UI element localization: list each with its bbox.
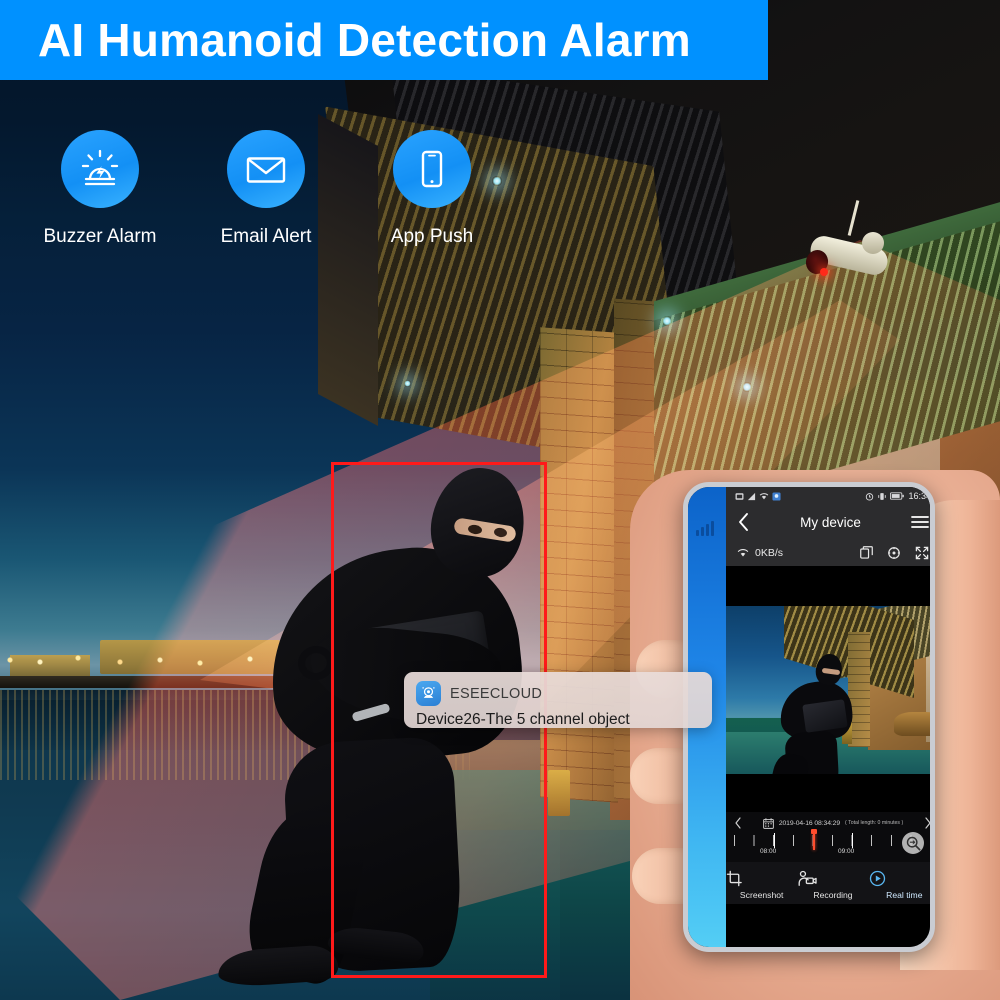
status-right-icons: 16:34 (865, 491, 931, 501)
smartphone: 16:34 My device 0KB/s 2019-04-16 08:34:2… (683, 482, 935, 952)
wifi-icon (759, 492, 769, 499)
notification-message: Device26-The 5 channel object movement (416, 711, 630, 728)
ceiling-light-2 (662, 316, 672, 326)
wallpaper-signal-bars (696, 521, 714, 536)
wifi-icon (737, 548, 749, 557)
tab-label: Screenshot (739, 889, 784, 900)
banner: AI Humanoid Detection Alarm (0, 0, 768, 80)
multi-screen-icon[interactable] (860, 546, 873, 559)
video-camera-icon (798, 870, 817, 886)
ceiling-light-4 (404, 380, 411, 387)
crop-screenshot-icon (727, 870, 743, 886)
mini-intruder (766, 652, 866, 774)
feature-email-alert[interactable]: Email Alert (206, 130, 326, 248)
calendar-icon (762, 817, 774, 829)
tab-screenshot[interactable]: Screenshot (726, 870, 797, 900)
push-notification[interactable]: ESEECLOUD Device26-The 5 channel object … (404, 672, 712, 728)
network-speed: 0KB/s (755, 546, 784, 559)
battery-icon (890, 492, 905, 500)
phone-tab-bar: Screenshot Recording Real time (726, 862, 930, 904)
timeline-track[interactable]: 08:00 09:00 (734, 829, 930, 859)
sim-icon (735, 492, 744, 500)
timeline-playhead[interactable] (811, 829, 817, 850)
timeline-tick-label: 09:00 (838, 848, 855, 855)
camera-mount (862, 232, 884, 254)
feature-label: App Push (390, 226, 474, 247)
tab-label: Recording (813, 889, 853, 900)
tab-real-time[interactable]: Real time (869, 870, 930, 900)
chevron-left-icon[interactable] (734, 817, 742, 829)
smartphone-icon (393, 130, 471, 208)
camera-ir-led (820, 268, 828, 276)
phone-screen: 16:34 My device 0KB/s 2019-04-16 08:34:2… (726, 487, 932, 947)
page-title: AI Humanoid Detection Alarm (38, 14, 691, 66)
mini-stolen-bag (802, 699, 848, 733)
poster-canvas: AI Humanoid Detection Alarm Buzzer Alarm… (0, 0, 1000, 1000)
live-video-pane[interactable] (726, 566, 930, 812)
feature-label: Email Alert (220, 226, 312, 247)
phone-status-bar: 16:34 (726, 487, 931, 505)
alarm-icon (866, 492, 874, 501)
app-bar-title: My device (800, 514, 861, 530)
tab-recording[interactable]: Recording (798, 870, 869, 900)
video-tools (860, 546, 929, 560)
status-time: 16:34 (908, 491, 931, 501)
status-left-icons (735, 491, 781, 501)
signal-icon (747, 492, 756, 500)
notification-header: ESEECLOUD (404, 672, 712, 708)
camera-app-icon (416, 681, 441, 706)
video-frame (726, 606, 930, 774)
ptz-icon[interactable] (887, 546, 901, 560)
siren-alarm-icon (61, 130, 139, 208)
timeline-tick-label: 08:00 (760, 848, 777, 855)
timeline-header: 2019-04-16 08:34:29 ( Total length: 0 mi… (734, 817, 932, 829)
envelope-icon (227, 130, 305, 208)
vibrate-icon (878, 492, 887, 500)
playback-timeline: 2019-04-16 08:34:29 ( Total length: 0 mi… (726, 812, 932, 862)
phone-sub-bar: 0KB/s (726, 539, 930, 566)
timeline-date-group[interactable]: 2019-04-16 08:34:29 ( Total length: 0 mi… (762, 817, 904, 829)
timeline-major-tick-2 (852, 833, 853, 848)
chevron-left-icon[interactable] (737, 512, 750, 532)
app-badge-icon (772, 491, 781, 501)
feature-label: Buzzer Alarm (43, 226, 157, 247)
play-circle-icon (869, 870, 886, 886)
feature-list: Buzzer Alarm Email Alert App Push (40, 130, 492, 248)
security-camera (800, 200, 920, 308)
tab-label: Real time (886, 889, 923, 900)
network-speed-group: 0KB/s (737, 547, 783, 559)
ceiling-light-1 (492, 176, 502, 186)
hamburger-menu-icon[interactable] (911, 515, 929, 529)
mini-animal (894, 712, 930, 736)
notification-app-name: ESEECLOUD (450, 685, 543, 702)
zoom-search-icon[interactable] (902, 832, 924, 854)
phone-app-bar: My device (726, 505, 930, 539)
timeline-total-length: ( Total length: 0 minutes ) (845, 820, 904, 826)
feature-app-push[interactable]: App Push (372, 130, 492, 248)
feature-buzzer-alarm[interactable]: Buzzer Alarm (40, 130, 160, 248)
timeline-major-tick-1 (774, 833, 775, 848)
timeline-date: 2019-04-16 08:34:29 (778, 819, 841, 827)
chevron-right-icon[interactable] (924, 817, 932, 829)
fullscreen-icon[interactable] (915, 546, 929, 560)
